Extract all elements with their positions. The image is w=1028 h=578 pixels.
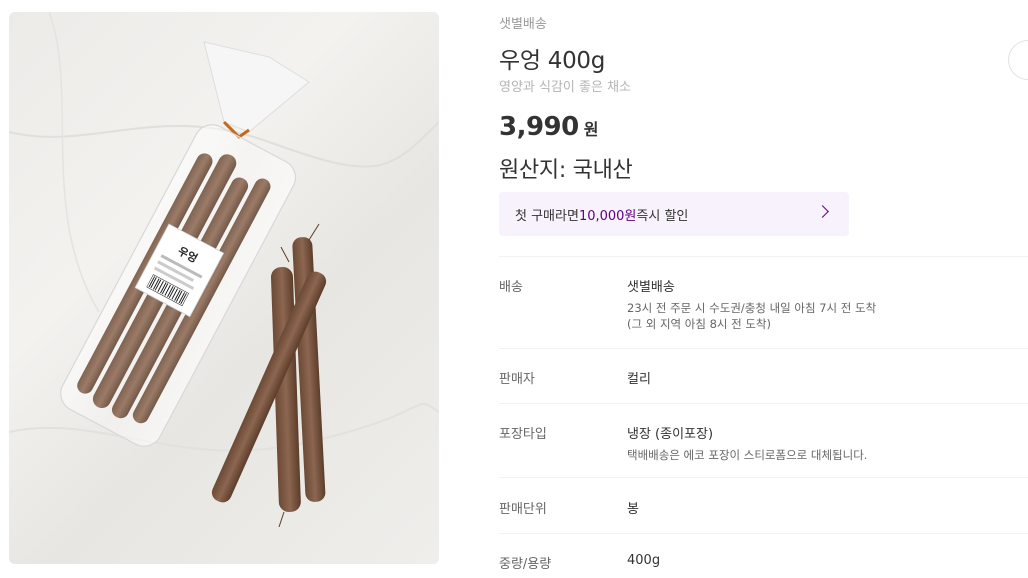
detail-row-unit: 판매단위 봉 — [499, 478, 1028, 534]
price-value: 3,990 — [499, 112, 579, 142]
product-info: 샛별배송 우엉 400g 영양과 식감이 좋은 채소 3,990 원 원산지: … — [499, 0, 1028, 578]
detail-value-group: 냉장 (종이포장) 택배배송은 에코 포장이 스티로폼으로 대체됩니다. — [627, 423, 1028, 477]
detail-label: 판매단위 — [499, 502, 547, 517]
detail-sub-text: 23시 전 주문 시 수도권/충청 내일 아침 7시 전 도착 — [627, 301, 877, 315]
detail-value: 샛별배송 — [627, 280, 675, 295]
detail-label: 판매자 — [499, 372, 535, 387]
chevron-right-icon — [816, 205, 829, 218]
product-image: 우엉 — [9, 12, 439, 564]
price-currency: 원 — [583, 120, 599, 139]
detail-row-packaging: 포장타입 냉장 (종이포장) 택배배송은 에코 포장이 스티로폼으로 대체됩니다… — [499, 404, 1028, 478]
burdock-photo: 우엉 — [9, 12, 439, 528]
product-subtitle: 영양과 식감이 좋은 채소 — [499, 80, 631, 95]
coupon-prefix: 첫 구매라면 — [515, 208, 579, 224]
first-purchase-coupon-banner[interactable]: 첫 구매라면 10,000원 즉시 할인 — [499, 192, 849, 236]
detail-sub-group: 택배배송은 에코 포장이 스티로폼으로 대체됩니다. — [627, 447, 1028, 463]
detail-sub-text: (그 외 지역 아침 8시 전 도착) — [627, 317, 772, 331]
detail-sub-group: 23시 전 주문 시 수도권/충청 내일 아침 7시 전 도착 (그 외 지역 … — [627, 300, 1028, 332]
delivery-tag: 샛별배송 — [499, 17, 547, 32]
detail-value: 봉 — [627, 502, 639, 517]
origin: 원산지: 국내산 — [499, 158, 633, 183]
detail-value: 컬리 — [627, 372, 651, 387]
coupon-amount: 10,000원 — [578, 208, 637, 224]
detail-row-seller: 판매자 컬리 — [499, 349, 1028, 404]
detail-row-delivery: 배송 샛별배송 23시 전 주문 시 수도권/충청 내일 아침 7시 전 도착 … — [499, 257, 1028, 349]
detail-sub-text: 택배배송은 에코 포장이 스티로폼으로 대체됩니다. — [627, 448, 868, 462]
detail-label: 중량/용량 — [499, 557, 552, 572]
detail-value: 400g — [627, 553, 661, 568]
detail-value-group: 샛별배송 23시 전 주문 시 수도권/충청 내일 아침 7시 전 도착 (그 … — [627, 276, 1028, 348]
detail-label: 배송 — [499, 280, 523, 295]
detail-label: 포장타입 — [499, 427, 547, 442]
coupon-suffix: 즉시 할인 — [636, 208, 689, 224]
price: 3,990 원 — [499, 112, 598, 142]
product-details: 배송 샛별배송 23시 전 주문 시 수도권/충청 내일 아침 7시 전 도착 … — [499, 256, 1028, 578]
detail-value: 냉장 (종이포장) — [627, 427, 714, 442]
share-button[interactable] — [1008, 40, 1028, 80]
detail-row-weight: 중량/용량 400g — [499, 534, 1028, 578]
product-title: 우엉 400g — [499, 48, 606, 74]
